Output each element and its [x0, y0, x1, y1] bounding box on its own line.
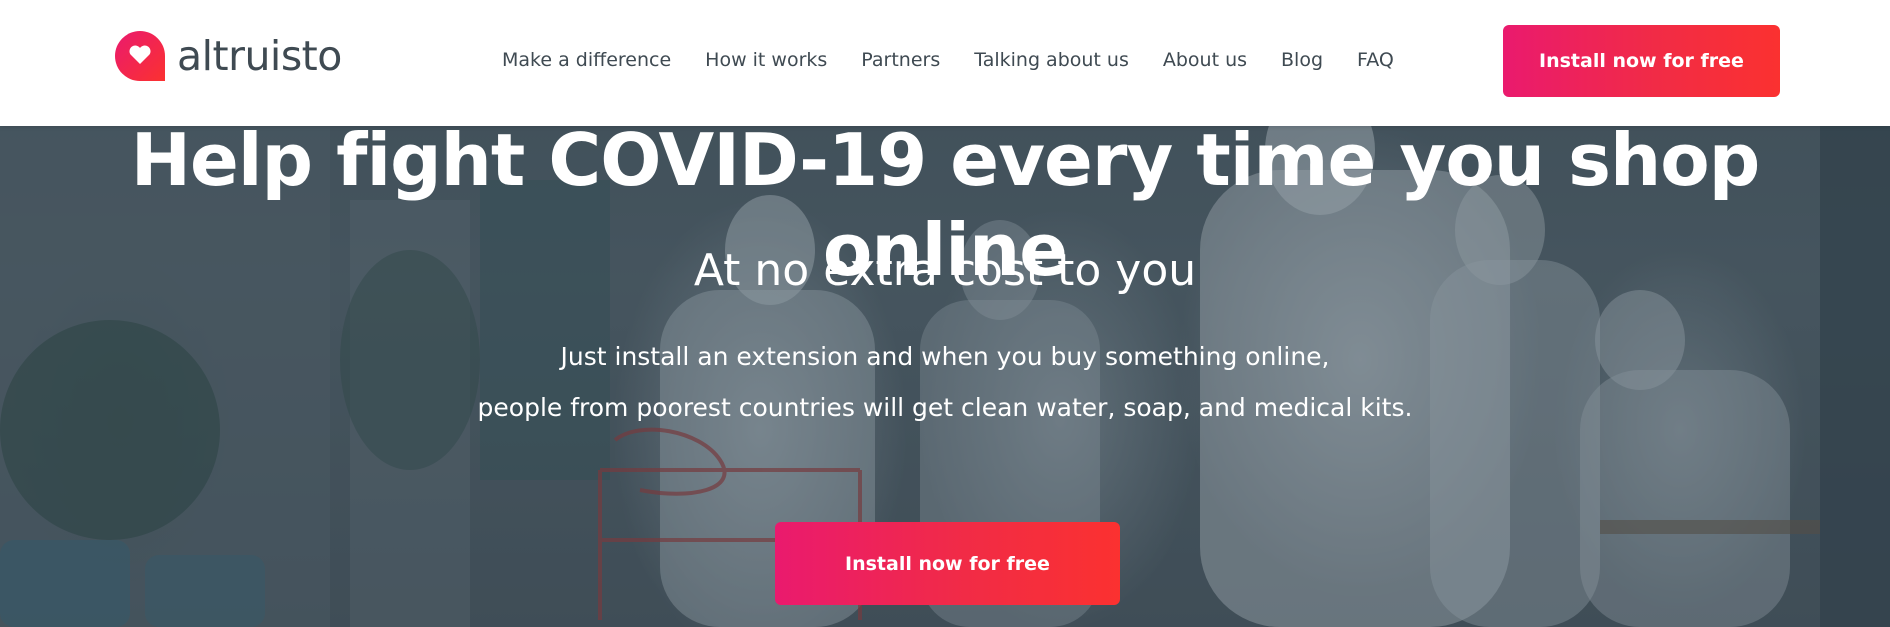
nav-partners[interactable]: Partners [861, 45, 940, 75]
hero-description-line-1: Just install an extension and when you b… [560, 342, 1330, 371]
logo-text: altruisto [177, 31, 342, 80]
site-header: altruisto Make a difference How it works… [0, 0, 1890, 126]
logo-link[interactable]: altruisto [115, 30, 342, 82]
nav-faq[interactable]: FAQ [1357, 45, 1394, 75]
header-install-button[interactable]: Install now for free [1503, 25, 1780, 97]
nav-make-a-difference[interactable]: Make a difference [502, 45, 671, 75]
hero-description-line-2: people from poorest countries will get c… [477, 393, 1413, 422]
nav-about-us[interactable]: About us [1163, 45, 1247, 75]
hero-subtitle: At no extra cost to you [693, 245, 1197, 296]
nav-blog[interactable]: Blog [1281, 45, 1323, 75]
main-nav: Make a difference How it works Partners … [502, 45, 1394, 75]
heart-speech-bubble-icon [115, 31, 165, 81]
nav-how-it-works[interactable]: How it works [705, 45, 827, 75]
hero-install-button[interactable]: Install now for free [775, 522, 1120, 605]
nav-talking-about-us[interactable]: Talking about us [974, 45, 1129, 75]
